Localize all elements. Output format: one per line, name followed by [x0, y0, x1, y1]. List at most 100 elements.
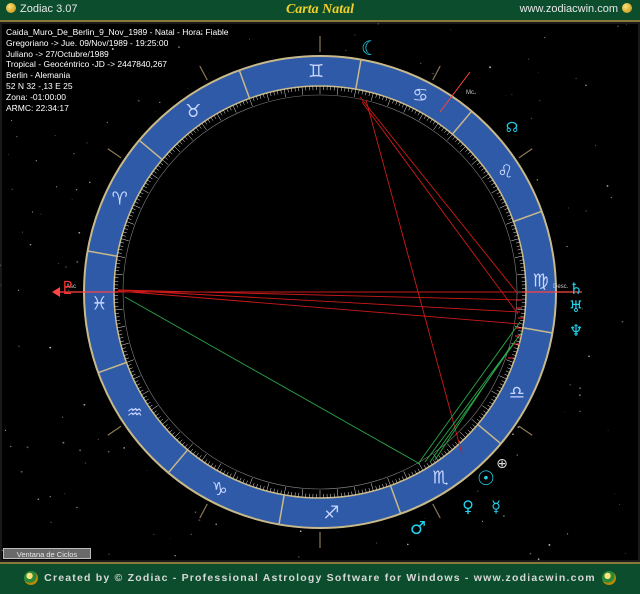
- degree-tick: [482, 173, 489, 179]
- degree-tick: [216, 463, 222, 471]
- asc-arrow-icon: [52, 287, 60, 297]
- degree-tick: [408, 473, 411, 478]
- degree-tick: [201, 123, 207, 130]
- website-link[interactable]: www.zodiacwin.com: [520, 3, 632, 15]
- degree-tick: [414, 109, 417, 114]
- sign-leo-icon: ♌: [497, 162, 513, 183]
- star: [55, 186, 58, 188]
- house-cusp-mark: [432, 65, 441, 81]
- degree-tick: [145, 182, 149, 186]
- degree-tick: [229, 106, 232, 111]
- footer-right-logo-icon: [602, 571, 616, 585]
- degree-tick: [472, 424, 476, 428]
- degree-tick: [481, 167, 485, 171]
- sign-libra-icon: ♎: [509, 382, 525, 403]
- degree-tick: [498, 386, 503, 389]
- star: [377, 23, 379, 25]
- degree-tick: [128, 367, 133, 370]
- star: [530, 117, 532, 119]
- star: [76, 189, 78, 191]
- degree-tick: [492, 395, 497, 399]
- degree-tick: [149, 176, 153, 180]
- degree-tick: [457, 141, 461, 145]
- star: [62, 416, 64, 418]
- degree-tick: [114, 309, 123, 311]
- ciclos-window-button[interactable]: Ventana de Ciclos: [3, 548, 91, 559]
- footer-credit: Created by © Zodiac - Professional Astro…: [44, 572, 596, 584]
- degree-tick: [187, 134, 193, 141]
- degree-tick: [337, 86, 339, 95]
- degree-tick: [447, 443, 453, 450]
- planet-mercury-icon: ☿: [491, 497, 501, 516]
- degree-tick: [387, 98, 391, 106]
- star: [407, 543, 409, 546]
- degree-tick: [517, 309, 526, 311]
- star: [64, 493, 66, 495]
- degree-tick: [193, 129, 196, 133]
- star: [376, 542, 377, 544]
- degree-tick: [120, 342, 129, 346]
- desc-label: Desc.: [553, 284, 569, 290]
- degree-tick: [506, 359, 514, 363]
- star: [8, 154, 9, 155]
- degree-tick: [471, 159, 478, 165]
- degree-tick: [198, 455, 202, 459]
- star: [588, 355, 590, 358]
- degree-tick: [483, 170, 487, 174]
- star: [106, 121, 108, 124]
- degree-tick: [337, 489, 339, 498]
- star: [579, 410, 581, 412]
- planet-sun-icon: ☉: [477, 466, 495, 490]
- degree-tick: [147, 401, 151, 405]
- degree-tick: [392, 480, 395, 485]
- sign-gemini-icon: ♊: [308, 61, 324, 82]
- info-line: 52 N 32 - 13 E 25: [6, 80, 73, 91]
- star: [146, 470, 148, 471]
- star: [299, 530, 302, 533]
- degree-tick: [283, 89, 286, 98]
- degree-tick: [403, 471, 408, 479]
- degree-tick: [489, 179, 493, 183]
- degree-tick: [190, 448, 194, 453]
- degree-tick: [155, 167, 159, 171]
- house-cusp-mark: [199, 503, 208, 519]
- degree-tick: [232, 471, 237, 479]
- degree-tick: [130, 211, 135, 214]
- degree-tick: [370, 483, 374, 492]
- degree-tick: [149, 404, 153, 408]
- degree-tick: [117, 255, 126, 258]
- sign-pisces-icon: ♓: [91, 294, 107, 315]
- star: [548, 543, 551, 546]
- star: [49, 497, 50, 499]
- degree-tick: [159, 162, 164, 166]
- degree-tick: [157, 416, 161, 419]
- degree-tick: [164, 424, 168, 428]
- degree-tick: [460, 143, 464, 147]
- star: [595, 145, 597, 147]
- star: [528, 58, 530, 60]
- info-line: ARMC: 22:34:17: [6, 102, 69, 113]
- degree-tick: [482, 405, 489, 411]
- planet-north-node-icon: ☊: [506, 120, 518, 136]
- sign-cancer-icon: ♋: [412, 85, 428, 106]
- degree-tick: [182, 441, 185, 446]
- star: [16, 136, 18, 138]
- star: [76, 260, 79, 263]
- star: [511, 94, 513, 95]
- degree-tick: [179, 439, 183, 443]
- star: [78, 231, 81, 234]
- degree-tick: [242, 100, 245, 105]
- degree-tick: [131, 207, 136, 211]
- degree-tick: [487, 404, 491, 408]
- degree-tick: [201, 454, 207, 461]
- degree-tick: [266, 483, 270, 492]
- degree-tick: [447, 134, 453, 141]
- star: [249, 38, 250, 40]
- degree-tick: [487, 176, 491, 180]
- degree-tick: [159, 418, 164, 422]
- star: [621, 320, 624, 323]
- degree-tick: [441, 453, 445, 457]
- degree-tick: [219, 468, 223, 473]
- star: [40, 213, 42, 215]
- degree-tick: [476, 418, 481, 422]
